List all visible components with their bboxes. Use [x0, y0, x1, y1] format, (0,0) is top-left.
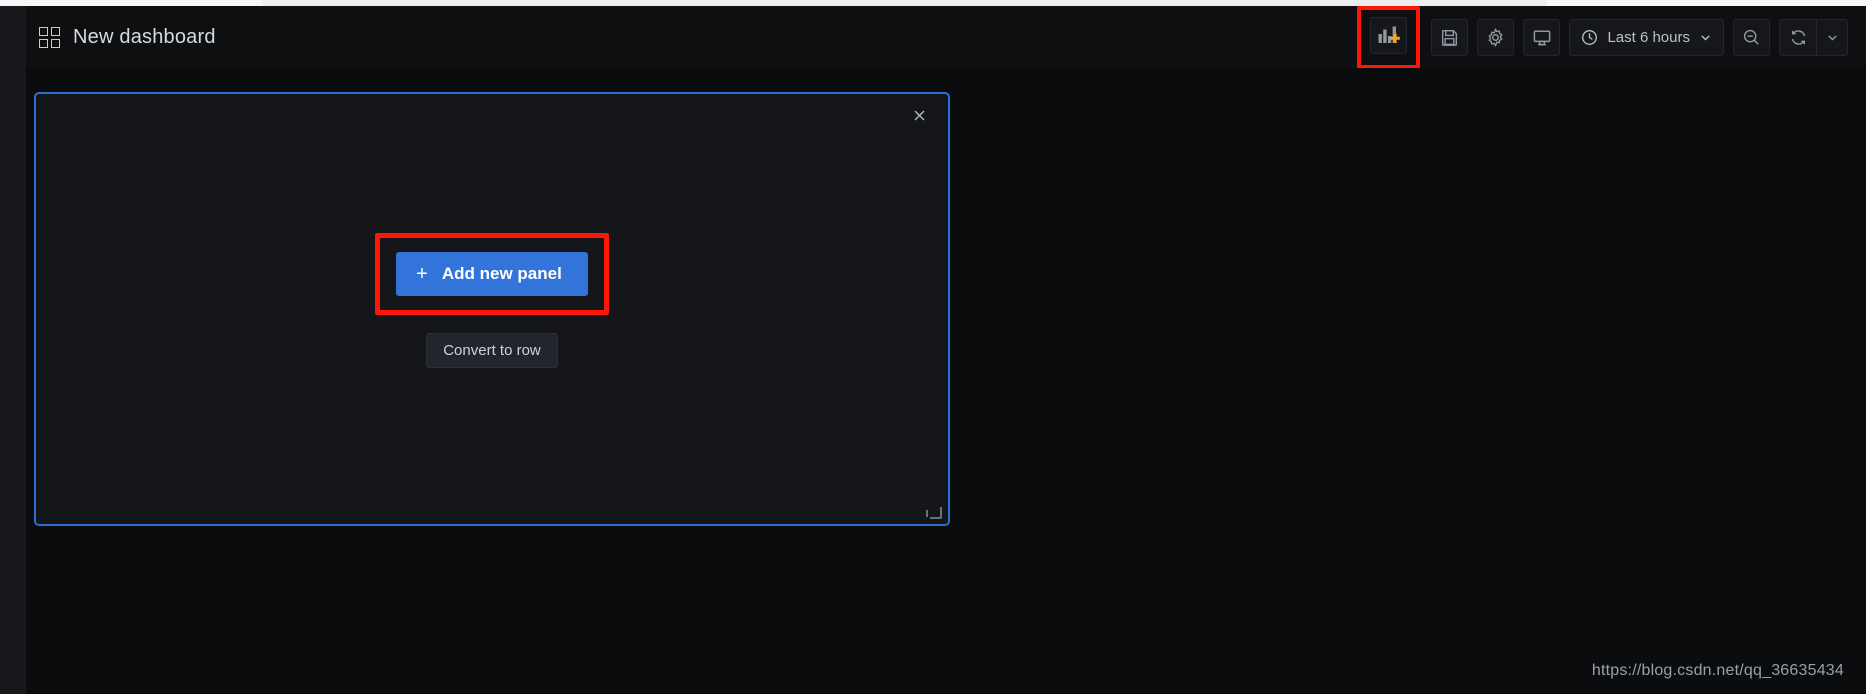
zoom-out-time-button[interactable] — [1733, 18, 1770, 56]
refresh-controls — [1779, 18, 1848, 56]
resize-handle-icon[interactable] — [926, 507, 942, 519]
watermark-text: https://blog.csdn.net/qq_36635434 — [1591, 662, 1844, 679]
time-range-picker[interactable]: Last 6 hours — [1569, 18, 1724, 56]
navbar-actions: Last 6 hours — [1357, 5, 1848, 69]
add-panel-actions: + Add new panel Convert to row — [36, 94, 948, 524]
add-new-panel-highlight-box: + Add new panel — [375, 232, 609, 315]
add-panel-highlight-box — [1357, 5, 1421, 69]
dashboard-settings-icon — [1488, 27, 1504, 47]
save-dashboard-button[interactable] — [1431, 18, 1469, 56]
chevron-down-icon — [1701, 34, 1710, 41]
add-panel-widget[interactable]: + Add new panel Convert to row — [34, 92, 950, 526]
add-panel-button[interactable] — [1370, 16, 1408, 54]
dashboard-canvas: + Add new panel Convert to row https://b… — [26, 68, 1866, 694]
dashboard-navbar: New dashboard Last 6 hours — [26, 5, 1866, 69]
side-nav-rail[interactable] — [0, 6, 26, 694]
add-new-panel-label: Add new panel — [441, 264, 562, 283]
save-dashboard-icon — [1442, 29, 1458, 46]
breadcrumb[interactable]: New dashboard — [39, 26, 216, 49]
page-title: New dashboard — [73, 25, 216, 48]
clock-icon — [1582, 29, 1598, 45]
grafana-dashboard-page: New dashboard Last 6 hours + Add new pan… — [0, 0, 1866, 694]
refresh-icon — [1791, 29, 1805, 45]
plus-icon: + — [416, 262, 428, 285]
refresh-dashboard-button[interactable] — [1779, 18, 1816, 56]
refresh-interval-dropdown[interactable] — [1816, 18, 1848, 56]
chevron-down-icon — [1827, 34, 1837, 41]
zoom-out-icon — [1743, 29, 1759, 45]
add-panel-icon — [1378, 26, 1400, 43]
dashboard-settings-button[interactable] — [1477, 18, 1515, 56]
add-new-panel-button[interactable]: + Add new panel — [396, 251, 588, 296]
time-range-value: Last 6 hours — [1607, 28, 1690, 46]
tv-kiosk-icon — [1533, 29, 1551, 45]
convert-to-row-button[interactable]: Convert to row — [426, 332, 558, 368]
tv-kiosk-button[interactable] — [1523, 18, 1561, 56]
apps-grid-icon — [39, 26, 60, 48]
